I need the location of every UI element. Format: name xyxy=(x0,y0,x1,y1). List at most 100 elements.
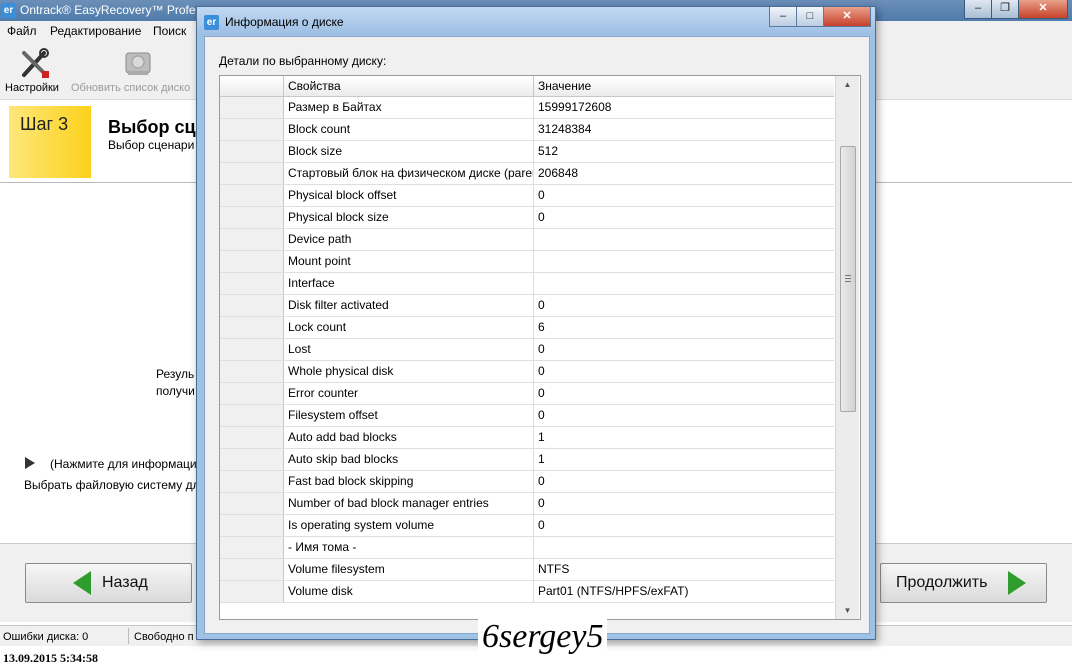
scroll-down-icon[interactable]: ▼ xyxy=(836,602,859,619)
column-header-property[interactable]: Свойства xyxy=(284,76,534,96)
table-row[interactable]: Auto add bad blocks 1 xyxy=(220,427,834,449)
table-row[interactable]: Lock count 6 xyxy=(220,317,834,339)
expand-triangle-icon[interactable] xyxy=(25,457,35,469)
row-header[interactable] xyxy=(220,383,284,404)
column-header-value[interactable]: Значение xyxy=(534,76,834,96)
table-row[interactable]: - Имя тома - xyxy=(220,537,834,559)
table-row[interactable]: Стартовый блок на физическом диске (pare… xyxy=(220,163,834,185)
scroll-thumb[interactable] xyxy=(840,146,856,412)
row-header[interactable] xyxy=(220,273,284,294)
menu-file[interactable]: Файл xyxy=(7,24,37,38)
table-row[interactable]: Lost 0 xyxy=(220,339,834,361)
scroll-up-icon[interactable]: ▲ xyxy=(836,76,859,93)
property-cell[interactable]: Physical block offset xyxy=(284,185,534,206)
menu-search[interactable]: Поиск xyxy=(153,24,186,38)
table-row[interactable]: Physical block offset 0 xyxy=(220,185,834,207)
row-header[interactable] xyxy=(220,141,284,162)
back-button[interactable]: Назад xyxy=(25,563,192,603)
row-header[interactable] xyxy=(220,295,284,316)
settings-tools-icon[interactable] xyxy=(18,47,52,81)
property-cell[interactable]: Auto add bad blocks xyxy=(284,427,534,448)
value-cell[interactable]: 15999172608 xyxy=(534,97,834,118)
table-row[interactable]: Device path xyxy=(220,229,834,251)
value-cell[interactable] xyxy=(534,537,834,558)
table-row[interactable]: Is operating system volume 0 xyxy=(220,515,834,537)
row-header[interactable] xyxy=(220,119,284,140)
table-row[interactable]: Fast bad block skipping 0 xyxy=(220,471,834,493)
value-cell[interactable]: 0 xyxy=(534,295,834,316)
value-cell[interactable]: 0 xyxy=(534,515,834,536)
row-header[interactable] xyxy=(220,449,284,470)
table-row[interactable]: Volume filesystem NTFS xyxy=(220,559,834,581)
dialog-close-button[interactable]: ✕ xyxy=(823,7,871,27)
value-cell[interactable]: 1 xyxy=(534,449,834,470)
property-cell[interactable]: Auto skip bad blocks xyxy=(284,449,534,470)
menu-edit[interactable]: Редактирование xyxy=(50,24,141,38)
row-header[interactable] xyxy=(220,471,284,492)
row-header[interactable] xyxy=(220,581,284,602)
table-row[interactable]: Mount point xyxy=(220,251,834,273)
value-cell[interactable] xyxy=(534,273,834,294)
property-cell[interactable]: Block count xyxy=(284,119,534,140)
table-row[interactable]: Disk filter activated 0 xyxy=(220,295,834,317)
value-cell[interactable]: 0 xyxy=(534,207,834,228)
dialog-minimize-button[interactable]: – xyxy=(769,7,797,27)
value-cell[interactable]: Part01 (NTFS/HPFS/exFAT) xyxy=(534,581,834,602)
row-header[interactable] xyxy=(220,537,284,558)
property-cell[interactable]: Размер в Байтах xyxy=(284,97,534,118)
value-cell[interactable]: 0 xyxy=(534,339,834,360)
table-row[interactable]: Number of bad block manager entries 0 xyxy=(220,493,834,515)
table-row[interactable]: Error counter 0 xyxy=(220,383,834,405)
property-cell[interactable]: Disk filter activated xyxy=(284,295,534,316)
continue-button[interactable]: Продолжить xyxy=(880,563,1047,603)
row-header[interactable] xyxy=(220,229,284,250)
table-row[interactable]: Interface xyxy=(220,273,834,295)
value-cell[interactable]: 512 xyxy=(534,141,834,162)
row-header[interactable] xyxy=(220,405,284,426)
value-cell[interactable]: 0 xyxy=(534,493,834,514)
value-cell[interactable]: 1 xyxy=(534,427,834,448)
row-header[interactable] xyxy=(220,251,284,272)
value-cell[interactable]: NTFS xyxy=(534,559,834,580)
property-cell[interactable]: Block size xyxy=(284,141,534,162)
property-cell[interactable]: Number of bad block manager entries xyxy=(284,493,534,514)
property-cell[interactable]: Lock count xyxy=(284,317,534,338)
dialog-title-bar[interactable]: er Информация о диске – □ ✕ xyxy=(197,7,875,35)
vertical-scrollbar[interactable]: ▲ ▼ xyxy=(835,76,859,619)
value-cell[interactable]: 31248384 xyxy=(534,119,834,140)
row-header[interactable] xyxy=(220,427,284,448)
main-minimize-button[interactable]: – xyxy=(964,0,992,19)
table-row[interactable]: Physical block size 0 xyxy=(220,207,834,229)
value-cell[interactable]: 0 xyxy=(534,185,834,206)
table-row[interactable]: Auto skip bad blocks 1 xyxy=(220,449,834,471)
row-header[interactable] xyxy=(220,493,284,514)
settings-button[interactable]: Настройки xyxy=(5,82,59,94)
value-cell[interactable]: 0 xyxy=(534,405,834,426)
row-header[interactable] xyxy=(220,339,284,360)
row-header[interactable] xyxy=(220,515,284,536)
property-cell[interactable]: Стартовый блок на физическом диске (pare… xyxy=(284,163,534,184)
value-cell[interactable]: 0 xyxy=(534,383,834,404)
info-hint-link[interactable]: (Нажмите для информаци xyxy=(50,457,197,471)
property-cell[interactable]: Volume disk xyxy=(284,581,534,602)
value-cell[interactable] xyxy=(534,229,834,250)
property-cell[interactable]: Physical block size xyxy=(284,207,534,228)
value-cell[interactable]: 206848 xyxy=(534,163,834,184)
main-close-button[interactable]: ✕ xyxy=(1018,0,1068,19)
row-header[interactable] xyxy=(220,207,284,228)
refresh-disk-list-button[interactable]: Обновить список диско xyxy=(71,82,190,94)
dialog-maximize-button[interactable]: □ xyxy=(796,7,824,27)
table-row[interactable]: Block size 512 xyxy=(220,141,834,163)
value-cell[interactable]: 0 xyxy=(534,471,834,492)
property-cell[interactable]: Mount point xyxy=(284,251,534,272)
disk-properties-grid[interactable]: Свойства Значение Размер в Байтах 1599917… xyxy=(219,75,861,620)
property-cell[interactable]: Lost xyxy=(284,339,534,360)
main-restore-button[interactable]: ❐ xyxy=(991,0,1019,19)
table-row[interactable]: Filesystem offset 0 xyxy=(220,405,834,427)
table-row[interactable]: Block count 31248384 xyxy=(220,119,834,141)
property-cell[interactable]: Interface xyxy=(284,273,534,294)
row-header[interactable] xyxy=(220,317,284,338)
property-cell[interactable]: Whole physical disk xyxy=(284,361,534,382)
table-row[interactable]: Размер в Байтах 15999172608 xyxy=(220,97,834,119)
property-cell[interactable]: Is operating system volume xyxy=(284,515,534,536)
